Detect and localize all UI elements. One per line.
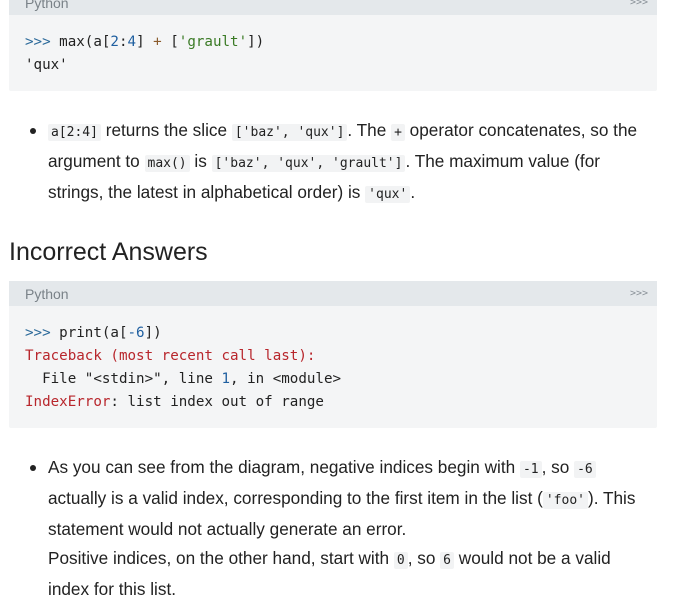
code-token: "<stdin>" <box>84 371 162 387</box>
code-token: IndexError <box>25 394 111 410</box>
text: As you can see from the diagram, negativ… <box>48 457 520 477</box>
code-token: ] <box>136 34 154 50</box>
text: , so <box>407 548 441 568</box>
code-token: , in <module> <box>230 371 342 387</box>
code-token: -6 <box>127 325 145 341</box>
repl-prompt: >>> <box>25 34 60 50</box>
code-token: : <box>118 34 128 50</box>
text: actually is a valid index, corresponding… <box>48 488 543 508</box>
text: Positive indices, on the other hand, sta… <box>48 548 394 568</box>
code-block-header: Python >>> <box>9 0 657 15</box>
inline-code: ['baz', 'qux'] <box>231 124 348 141</box>
code-token: 'grault' <box>178 34 248 50</box>
language-label: Python <box>25 0 69 11</box>
inline-code: 6 <box>440 552 454 569</box>
prompt-toggle-button[interactable]: >>> <box>630 0 648 8</box>
inline-code: max() <box>144 155 190 172</box>
text: is <box>189 151 212 171</box>
code-token: ]) <box>247 34 265 50</box>
inline-code: ['baz', 'qux', 'grault'] <box>211 155 406 172</box>
code-token: max(a[ <box>59 34 111 50</box>
code-token: ]) <box>144 325 162 341</box>
text: , so <box>541 457 575 477</box>
repl-prompt: >>> <box>25 325 60 341</box>
inline-code: 0 <box>393 552 408 569</box>
code-line-3: File "<stdin>", line 1, in <module> <box>25 371 341 387</box>
code-line-2: 'qux' <box>25 57 68 73</box>
code-block-header: Python >>> <box>9 281 657 306</box>
code-token: + <box>153 34 162 50</box>
code-content: >>> max(a[2:4] + ['grault']) 'qux' <box>9 15 657 91</box>
explanation-list: a[2:4] returns the slice ['baz', 'qux'].… <box>20 116 650 209</box>
code-token: , line <box>161 371 222 387</box>
inline-code: + <box>391 124 405 141</box>
code-block-1: Python >>> >>> max(a[2:4] + ['grault']) … <box>9 0 657 91</box>
section-heading: Incorrect Answers <box>9 238 208 266</box>
incorrect-explanation-list: As you can see from the diagram, negativ… <box>20 453 650 604</box>
text: . The <box>347 120 392 140</box>
code-token: File <box>25 371 85 387</box>
code-token: : list index out of range <box>110 394 324 410</box>
code-line-1: >>> print(a[-6]) <box>25 325 162 341</box>
text: returns the slice <box>100 120 232 140</box>
code-block-2: Python >>> >>> print(a[-6]) Traceback (m… <box>9 281 657 428</box>
list-item: a[2:4] returns the slice ['baz', 'qux'].… <box>20 116 650 209</box>
list-item: As you can see from the diagram, negativ… <box>20 453 650 604</box>
code-token: 4 <box>127 34 137 50</box>
code-line-2: Traceback (most recent call last): <box>25 348 316 364</box>
inline-code: 'qux' <box>365 186 411 203</box>
code-line-4: IndexError: list index out of range <box>25 394 324 410</box>
code-token: [ <box>161 34 179 50</box>
inline-code: -6 <box>574 461 596 478</box>
code-content: >>> print(a[-6]) Traceback (most recent … <box>9 306 657 428</box>
inline-code: a[2:4] <box>48 124 101 141</box>
inline-code: 'foo' <box>542 492 588 509</box>
inline-code: -1 <box>519 461 542 478</box>
language-label: Python <box>25 285 69 302</box>
code-token: 2 <box>110 34 119 50</box>
text: . <box>410 182 416 202</box>
code-token: 1 <box>221 371 231 387</box>
code-line-1: >>> max(a[2:4] + ['grault']) <box>25 34 264 50</box>
code-token: print(a[ <box>59 325 128 341</box>
prompt-toggle-button[interactable]: >>> <box>630 288 648 299</box>
